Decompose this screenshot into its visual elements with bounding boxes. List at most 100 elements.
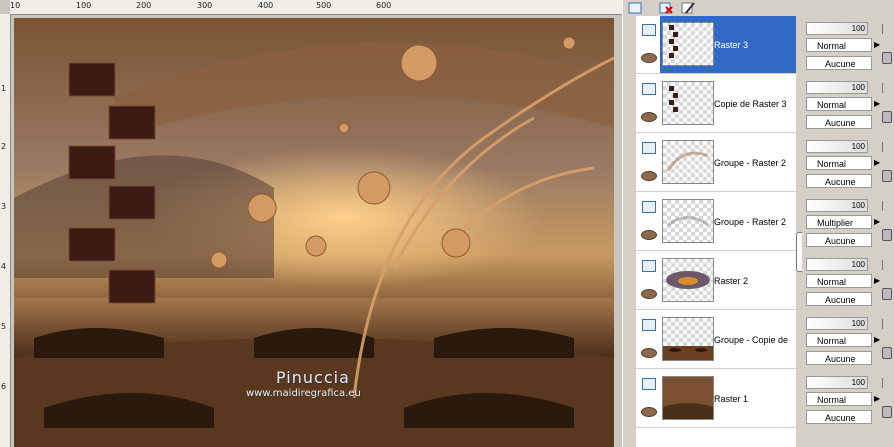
layer-preview xyxy=(666,151,709,172)
layer-thumbnail xyxy=(662,22,714,66)
layer-preview xyxy=(669,86,678,112)
link-icon xyxy=(882,142,891,152)
mask-select[interactable]: Aucune xyxy=(806,233,872,247)
blend-mode-select[interactable]: Normal xyxy=(806,97,872,111)
ruler-tick: 6 xyxy=(1,382,7,391)
horizontal-ruler: 10 100 200 300 400 500 600 xyxy=(10,0,622,15)
layer-row[interactable]: Raster 2 xyxy=(636,252,796,310)
dropdown-arrow-icon[interactable]: ▶ xyxy=(874,215,883,229)
dropdown-arrow-icon[interactable]: ▶ xyxy=(874,333,883,347)
lock-icon[interactable] xyxy=(882,347,892,359)
opacity-slider[interactable]: 100 xyxy=(806,81,868,94)
layers-toolbar xyxy=(628,0,798,16)
layer-name[interactable]: Groupe - Copie de xyxy=(714,311,796,368)
layer-row[interactable]: Raster 1 xyxy=(636,370,796,428)
link-icon xyxy=(882,260,891,270)
eye-icon[interactable] xyxy=(641,230,657,240)
lock-icon[interactable] xyxy=(882,406,892,418)
eye-icon[interactable] xyxy=(641,407,657,417)
ruler-tick: 100 xyxy=(76,1,92,10)
link-icon xyxy=(882,378,891,388)
dropdown-arrow-icon[interactable]: ▶ xyxy=(874,38,883,52)
eye-icon[interactable] xyxy=(641,289,657,299)
blend-mode-select[interactable]: Normal xyxy=(806,38,872,52)
eye-icon[interactable] xyxy=(641,171,657,181)
layer-row[interactable]: Groupe - Raster 2 xyxy=(636,193,796,251)
layer-name[interactable]: Raster 1 xyxy=(714,370,796,427)
dropdown-arrow-icon[interactable]: ▶ xyxy=(874,274,883,288)
mask-select[interactable]: Aucune xyxy=(806,115,872,129)
layer-type-icon xyxy=(642,260,656,272)
eye-icon[interactable] xyxy=(641,112,657,122)
layer-type-icon xyxy=(642,24,656,36)
opacity-slider[interactable]: 100 xyxy=(806,258,868,271)
opacity-slider[interactable]: 100 xyxy=(806,317,868,330)
lock-icon[interactable] xyxy=(882,288,892,300)
layer-properties-button[interactable] xyxy=(680,1,696,15)
mask-select[interactable]: Aucune xyxy=(806,410,872,424)
layer-thumbnail xyxy=(662,317,714,361)
artwork-image[interactable]: Pinuccia www.maidiregrafica.eu xyxy=(14,18,614,447)
new-layer-button[interactable] xyxy=(628,1,644,15)
layer-icons xyxy=(636,252,660,309)
blend-mode-select[interactable]: Normal xyxy=(806,274,872,288)
lock-icon[interactable] xyxy=(882,52,892,64)
layer-thumbnail xyxy=(662,81,714,125)
blend-mode-select[interactable]: Normal xyxy=(806,333,872,347)
layer-row[interactable]: Groupe - Copie de xyxy=(636,311,796,369)
ruler-tick: 3 xyxy=(1,202,7,211)
layer-icons xyxy=(636,134,660,191)
mask-select[interactable]: Aucune xyxy=(806,56,872,70)
ruler-tick: 2 xyxy=(1,142,7,151)
mask-select[interactable]: Aucune xyxy=(806,351,872,365)
layer-name[interactable]: Raster 3 xyxy=(714,16,796,73)
layer-row[interactable]: Groupe - Raster 2 xyxy=(636,134,796,192)
opacity-slider[interactable]: 100 xyxy=(806,199,868,212)
layer-name[interactable]: Raster 2 xyxy=(714,252,796,309)
eye-icon[interactable] xyxy=(641,53,657,63)
opacity-slider[interactable]: 100 xyxy=(806,376,868,389)
layer-icons xyxy=(636,193,660,250)
layer-icons xyxy=(636,311,660,368)
ruler-tick: 4 xyxy=(1,262,7,271)
blend-mode-select[interactable]: Normal xyxy=(806,156,872,170)
layer-name[interactable]: Groupe - Raster 2 xyxy=(714,134,796,191)
lock-icon[interactable] xyxy=(882,111,892,123)
layer-preview xyxy=(663,346,713,360)
dropdown-arrow-icon[interactable]: ▶ xyxy=(874,156,883,170)
delete-layer-button[interactable] xyxy=(658,1,674,15)
lock-icon[interactable] xyxy=(882,170,892,182)
opacity-slider[interactable]: 100 xyxy=(806,22,868,35)
layer-dropdown-icon xyxy=(628,2,642,14)
layer-thumbnail xyxy=(662,258,714,302)
link-icon xyxy=(882,83,891,93)
layer-props-row: 100 Normal ▶ Aucune xyxy=(802,370,894,427)
artwork-signature-title: Pinuccia xyxy=(276,368,350,387)
blend-mode-select[interactable]: Multiplier xyxy=(806,215,872,229)
ruler-tick: 200 xyxy=(136,1,152,10)
layer-properties-panel: 100 Normal ▶ Aucune 100 Normal ▶ Aucune … xyxy=(802,16,894,447)
mask-select[interactable]: Aucune xyxy=(806,174,872,188)
opacity-slider[interactable]: 100 xyxy=(806,140,868,153)
panel-splitter[interactable] xyxy=(622,0,633,447)
layer-row[interactable]: Raster 3 xyxy=(636,16,796,74)
lock-icon[interactable] xyxy=(882,229,892,241)
layer-thumbnail xyxy=(662,140,714,184)
layer-icons xyxy=(636,16,660,73)
layer-name[interactable]: Groupe - Raster 2 xyxy=(714,193,796,250)
eye-icon[interactable] xyxy=(641,348,657,358)
layers-list: Raster 3 Copie de Raster 3 Groupe - Rast… xyxy=(636,16,796,447)
dropdown-arrow-icon[interactable]: ▶ xyxy=(874,97,883,111)
ruler-tick: 5 xyxy=(1,322,7,331)
dropdown-arrow-icon[interactable]: ▶ xyxy=(874,392,883,406)
layer-row[interactable]: Copie de Raster 3 xyxy=(636,75,796,133)
mask-select[interactable]: Aucune xyxy=(806,292,872,306)
blend-mode-select[interactable]: Normal xyxy=(806,392,872,406)
ruler-tick: 400 xyxy=(258,1,274,10)
link-icon xyxy=(882,201,891,211)
image-canvas-area[interactable]: 10 100 200 300 400 500 600 1 2 3 4 5 6 P… xyxy=(0,0,622,447)
vertical-ruler: 1 2 3 4 5 6 xyxy=(0,14,11,447)
layer-name[interactable]: Copie de Raster 3 xyxy=(714,75,796,132)
layer-type-icon xyxy=(642,201,656,213)
layer-type-icon xyxy=(642,378,656,390)
